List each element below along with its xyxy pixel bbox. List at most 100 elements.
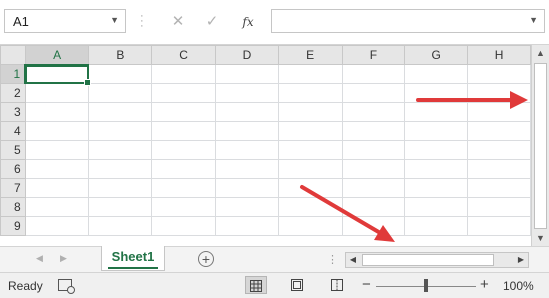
cell[interactable] (151, 178, 216, 198)
row-header[interactable]: 3 (0, 102, 26, 122)
cell[interactable] (151, 121, 216, 141)
column-header[interactable]: G (404, 45, 469, 65)
cell[interactable] (404, 197, 469, 217)
expand-formula-bar-icon[interactable]: ▼ (529, 15, 538, 25)
cell[interactable] (277, 121, 343, 141)
column-header[interactable]: C (151, 45, 216, 65)
cell[interactable] (404, 102, 469, 122)
cell[interactable] (404, 159, 469, 179)
cell[interactable] (277, 197, 343, 217)
cell[interactable] (277, 64, 343, 84)
cell[interactable] (88, 197, 153, 217)
scroll-right-arrow-icon[interactable]: ▶ (514, 253, 528, 267)
cell[interactable] (88, 83, 153, 103)
cell[interactable] (341, 216, 406, 236)
cell[interactable] (215, 159, 279, 179)
cell[interactable] (215, 216, 279, 236)
row-header[interactable]: 6 (0, 159, 26, 179)
tab-split-grip-icon[interactable]: ⋮ (327, 253, 338, 266)
cell[interactable] (151, 64, 216, 84)
cell[interactable] (88, 159, 153, 179)
cell[interactable] (88, 64, 153, 84)
column-header[interactable]: F (341, 45, 406, 65)
cell[interactable] (341, 178, 406, 198)
cell[interactable] (151, 140, 216, 160)
cell[interactable] (88, 216, 153, 236)
horizontal-scrollbar[interactable]: ◀ ▶ (345, 252, 529, 268)
cell[interactable] (467, 159, 531, 179)
cell[interactable] (215, 197, 279, 217)
horizontal-scroll-thumb[interactable] (362, 254, 494, 266)
page-layout-view-button[interactable] (286, 276, 308, 294)
cancel-button[interactable]: ✕ (167, 11, 189, 33)
cell[interactable] (404, 121, 469, 141)
cell[interactable] (467, 216, 531, 236)
scroll-left-arrow-icon[interactable]: ◀ (346, 253, 360, 267)
cell[interactable] (341, 102, 406, 122)
cell[interactable] (151, 83, 216, 103)
select-all-corner[interactable] (0, 45, 26, 65)
cell[interactable] (467, 83, 531, 103)
cell[interactable] (467, 121, 531, 141)
fill-handle[interactable] (84, 79, 92, 86)
cell[interactable] (404, 83, 469, 103)
cell[interactable] (404, 178, 469, 198)
cell[interactable] (215, 64, 279, 84)
name-box[interactable]: A1 ▼ (4, 9, 126, 33)
cell[interactable] (467, 102, 531, 122)
column-header[interactable]: B (88, 45, 153, 65)
formula-input[interactable]: ▼ (271, 9, 545, 33)
row-header[interactable]: 1 (0, 64, 27, 84)
cell[interactable] (341, 121, 406, 141)
scroll-up-arrow-icon[interactable]: ▲ (532, 45, 549, 61)
zoom-in-button[interactable]: + (480, 276, 489, 293)
cell[interactable] (215, 140, 279, 160)
cell[interactable] (341, 64, 406, 84)
column-header[interactable]: D (215, 45, 279, 65)
zoom-out-button[interactable]: − (362, 276, 371, 293)
cell[interactable] (24, 178, 90, 198)
cell[interactable] (24, 83, 90, 103)
new-sheet-button[interactable]: + (198, 251, 214, 267)
cell[interactable] (277, 216, 343, 236)
column-header[interactable]: A (24, 45, 90, 66)
cell[interactable] (24, 121, 90, 141)
formula-bar-grip-icon[interactable]: · · · (140, 11, 144, 32)
cell[interactable] (215, 102, 279, 122)
insert-function-button[interactable]: fx (237, 11, 259, 33)
cell[interactable] (277, 178, 343, 198)
column-header[interactable]: E (277, 45, 343, 65)
cell[interactable] (277, 140, 343, 160)
sheet-tab-sheet1[interactable]: Sheet1 (101, 246, 165, 271)
cell[interactable] (24, 197, 90, 217)
cell[interactable] (341, 83, 406, 103)
cell[interactable] (341, 159, 406, 179)
next-sheet-arrow-icon[interactable]: ▶ (60, 253, 67, 264)
cell[interactable] (24, 102, 90, 122)
row-header[interactable]: 8 (0, 197, 26, 217)
cell[interactable] (215, 178, 279, 198)
cell[interactable] (88, 121, 153, 141)
row-header[interactable]: 2 (0, 83, 26, 103)
cell[interactable] (88, 178, 153, 198)
cell[interactable] (277, 102, 343, 122)
cell[interactable] (467, 64, 531, 84)
cell[interactable] (467, 140, 531, 160)
cell[interactable] (404, 64, 469, 84)
cell[interactable] (467, 197, 531, 217)
cell[interactable] (24, 159, 90, 179)
row-header[interactable]: 5 (0, 140, 26, 160)
previous-sheet-arrow-icon[interactable]: ◀ (36, 253, 43, 264)
cell[interactable] (404, 216, 469, 236)
enter-button[interactable]: ✓ (201, 11, 223, 33)
zoom-level[interactable]: 100% (503, 279, 534, 293)
page-break-preview-button[interactable] (326, 276, 348, 294)
cell[interactable] (151, 159, 216, 179)
scroll-down-arrow-icon[interactable]: ▼ (532, 230, 549, 246)
cell[interactable] (467, 178, 531, 198)
cell[interactable] (341, 197, 406, 217)
selected-cell[interactable] (24, 64, 92, 86)
row-header[interactable]: 7 (0, 178, 26, 198)
column-header[interactable]: H (467, 45, 531, 65)
cell[interactable] (341, 140, 406, 160)
